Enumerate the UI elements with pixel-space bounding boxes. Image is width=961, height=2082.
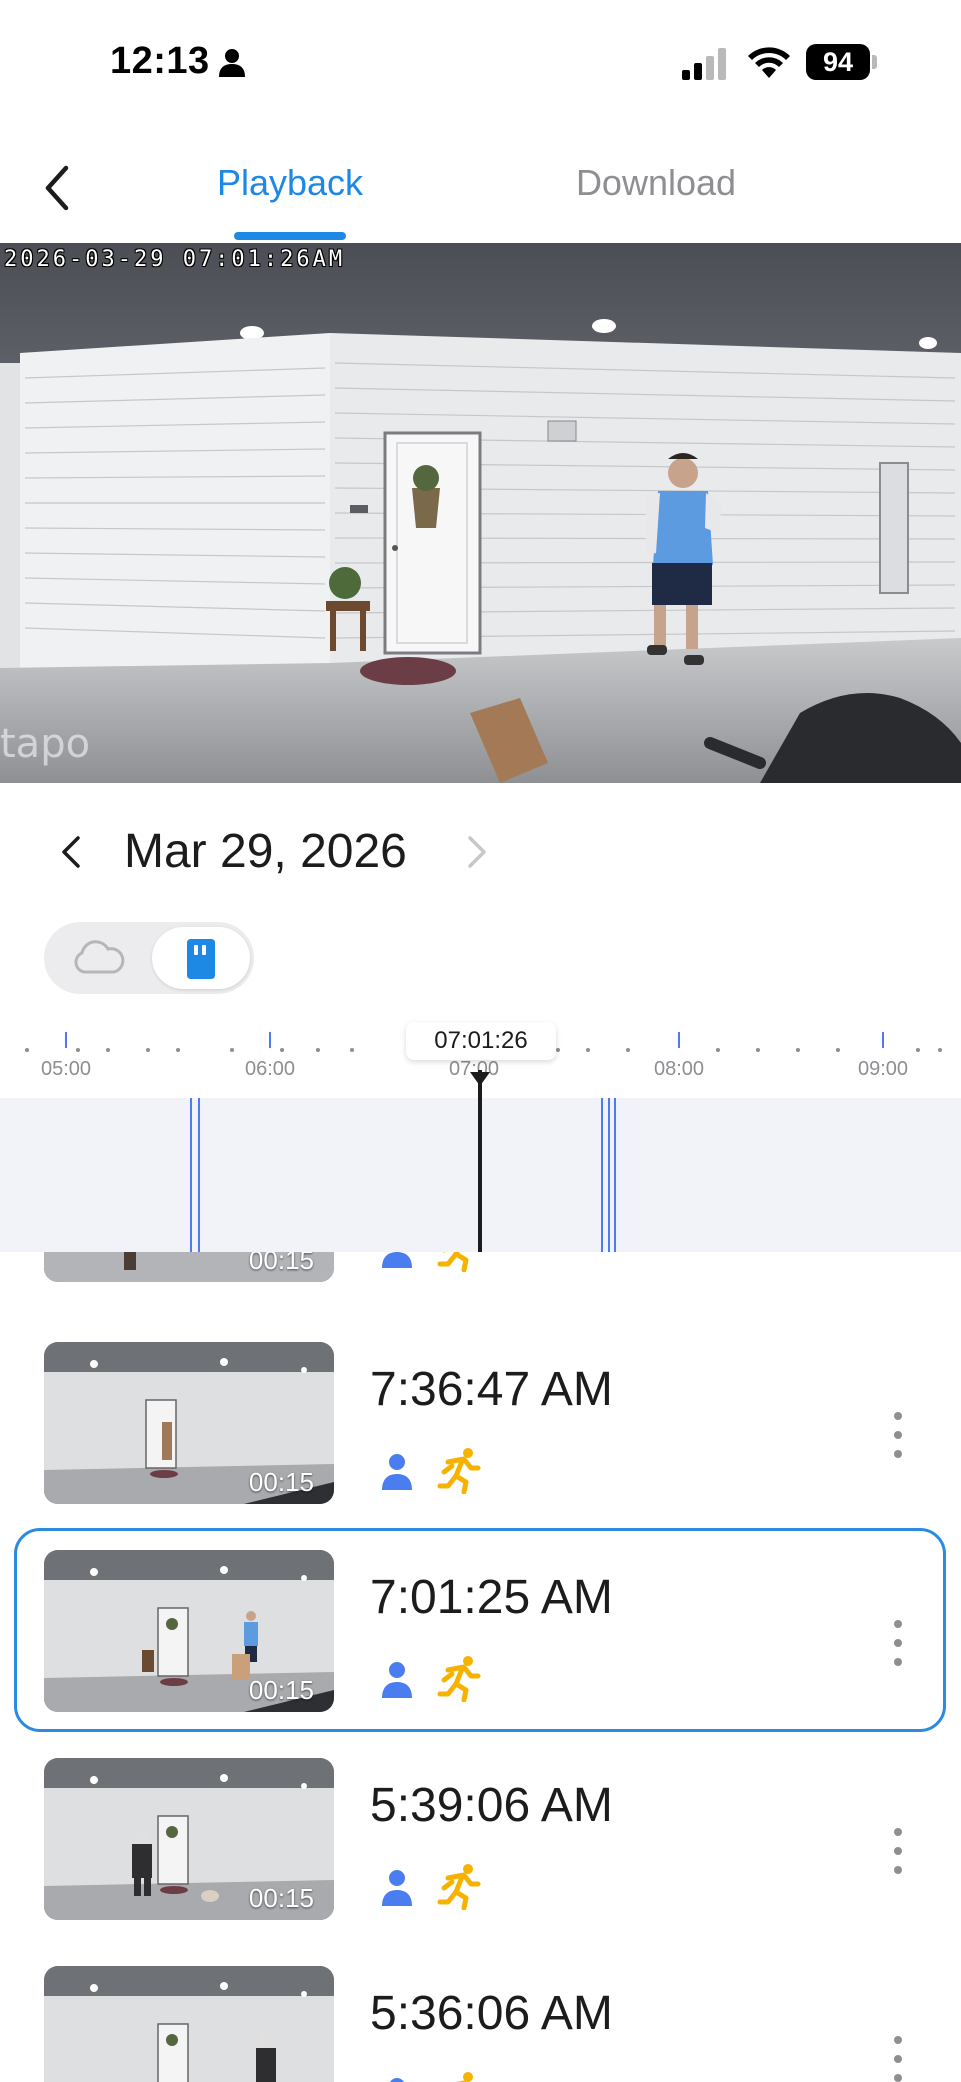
timeline-clip-marker[interactable] [190,1098,192,1252]
motion-detected-icon [437,1448,481,1494]
more-options-icon[interactable] [880,1822,916,1880]
battery-tip [872,55,877,69]
status-bar: 12:13 94 [0,0,961,128]
more-options-icon[interactable] [880,1614,916,1672]
sd-card-icon [187,939,215,979]
event-list: 00:15 00:15 7:36:47 AM 00:15 7:01:25 AM … [0,1252,961,2082]
timeline-cursor[interactable] [478,1070,482,1252]
event-duration: 00:15 [248,1467,314,1497]
person-detected-icon [382,1454,412,1490]
timeline-clip-marker[interactable] [601,1098,603,1252]
more-options-icon[interactable] [880,2030,916,2082]
event-thumbnail[interactable]: 00:15 [44,1342,334,1504]
thumbnail-image [44,1966,334,2082]
timeline-hour-label: 05:00 [40,1058,92,1080]
wifi-icon [748,47,790,78]
previous-day-button[interactable] [54,830,90,874]
event-duration: 00:15 [248,1883,314,1913]
timeline-clip-marker[interactable] [614,1098,616,1252]
selected-date[interactable]: Mar 29, 2026 [124,824,407,879]
next-day-button[interactable] [458,830,494,874]
event-thumbnail[interactable]: 00:15 [44,1252,334,1282]
person-detected-icon [382,1870,412,1906]
event-item[interactable]: 00:15 7:36:47 AM [0,1342,961,1550]
person-status-icon [219,49,245,77]
timeline-hour-label: 06:00 [244,1058,296,1080]
timeline-hour-label: 09:00 [857,1058,909,1080]
event-thumbnail[interactable]: 00:15 [44,1758,334,1920]
event-thumbnail[interactable] [44,1966,334,2082]
timeline-clip-marker[interactable] [198,1098,200,1252]
timeline-hour-label: 08:00 [653,1058,705,1080]
tab-playback[interactable]: Playback [190,162,390,204]
cloud-icon[interactable] [68,934,128,982]
event-duration: 00:15 [248,1252,314,1275]
event-time: 5:36:06 AM [370,1987,613,2040]
tapo-watermark: tapo [0,721,91,767]
timeline-cursor-handle[interactable] [470,1072,490,1086]
camera-frame [0,243,961,783]
motion-detected-icon [437,1864,481,1910]
event-item[interactable]: 00:15 [0,1252,961,1328]
timeline-clip-marker[interactable] [608,1098,610,1252]
event-item[interactable]: 5:36:06 AM [0,1966,961,2082]
event-thumbnail[interactable]: 00:15 [44,1550,334,1712]
active-tab-indicator [234,232,346,240]
header: Playback Download [0,140,961,244]
person-detected-icon [382,1252,412,1268]
event-duration: 00:15 [248,1675,314,1705]
tab-download[interactable]: Download [546,162,766,204]
event-time: 7:01:25 AM [370,1571,613,1624]
cellular-signal-icon [682,48,726,80]
storage-source-toggle [44,922,254,994]
person-detected-icon [382,1662,412,1698]
battery-indicator: 94 [806,44,878,80]
date-navigation: Mar 29, 2026 [0,800,961,900]
more-options-icon[interactable] [880,1406,916,1464]
motion-detected-icon [437,1252,469,1272]
timeline-current-time: 07:01:26 [406,1022,556,1060]
timeline[interactable]: 05:00 06:00 07:00 08:00 09:00 07:01:26 [0,1020,961,1252]
event-time: 7:36:47 AM [370,1363,613,1416]
event-item-selected[interactable]: 00:15 7:01:25 AM [0,1528,961,1758]
motion-detected-icon [437,1656,481,1702]
motion-detected-icon [455,2072,473,2082]
event-time: 5:39:06 AM [370,1779,613,1832]
video-player[interactable]: 2026-03-29 07:01:26AM tapo [0,243,961,783]
sd-card-option[interactable] [152,927,250,989]
status-time: 12:13 [110,40,210,82]
video-timestamp: 2026-03-29 07:01:26AM [4,247,346,272]
person-detected-icon [390,2078,404,2082]
battery-level: 94 [806,44,870,80]
back-button[interactable] [36,160,84,216]
event-item[interactable]: 00:15 5:39:06 AM [0,1758,961,1966]
